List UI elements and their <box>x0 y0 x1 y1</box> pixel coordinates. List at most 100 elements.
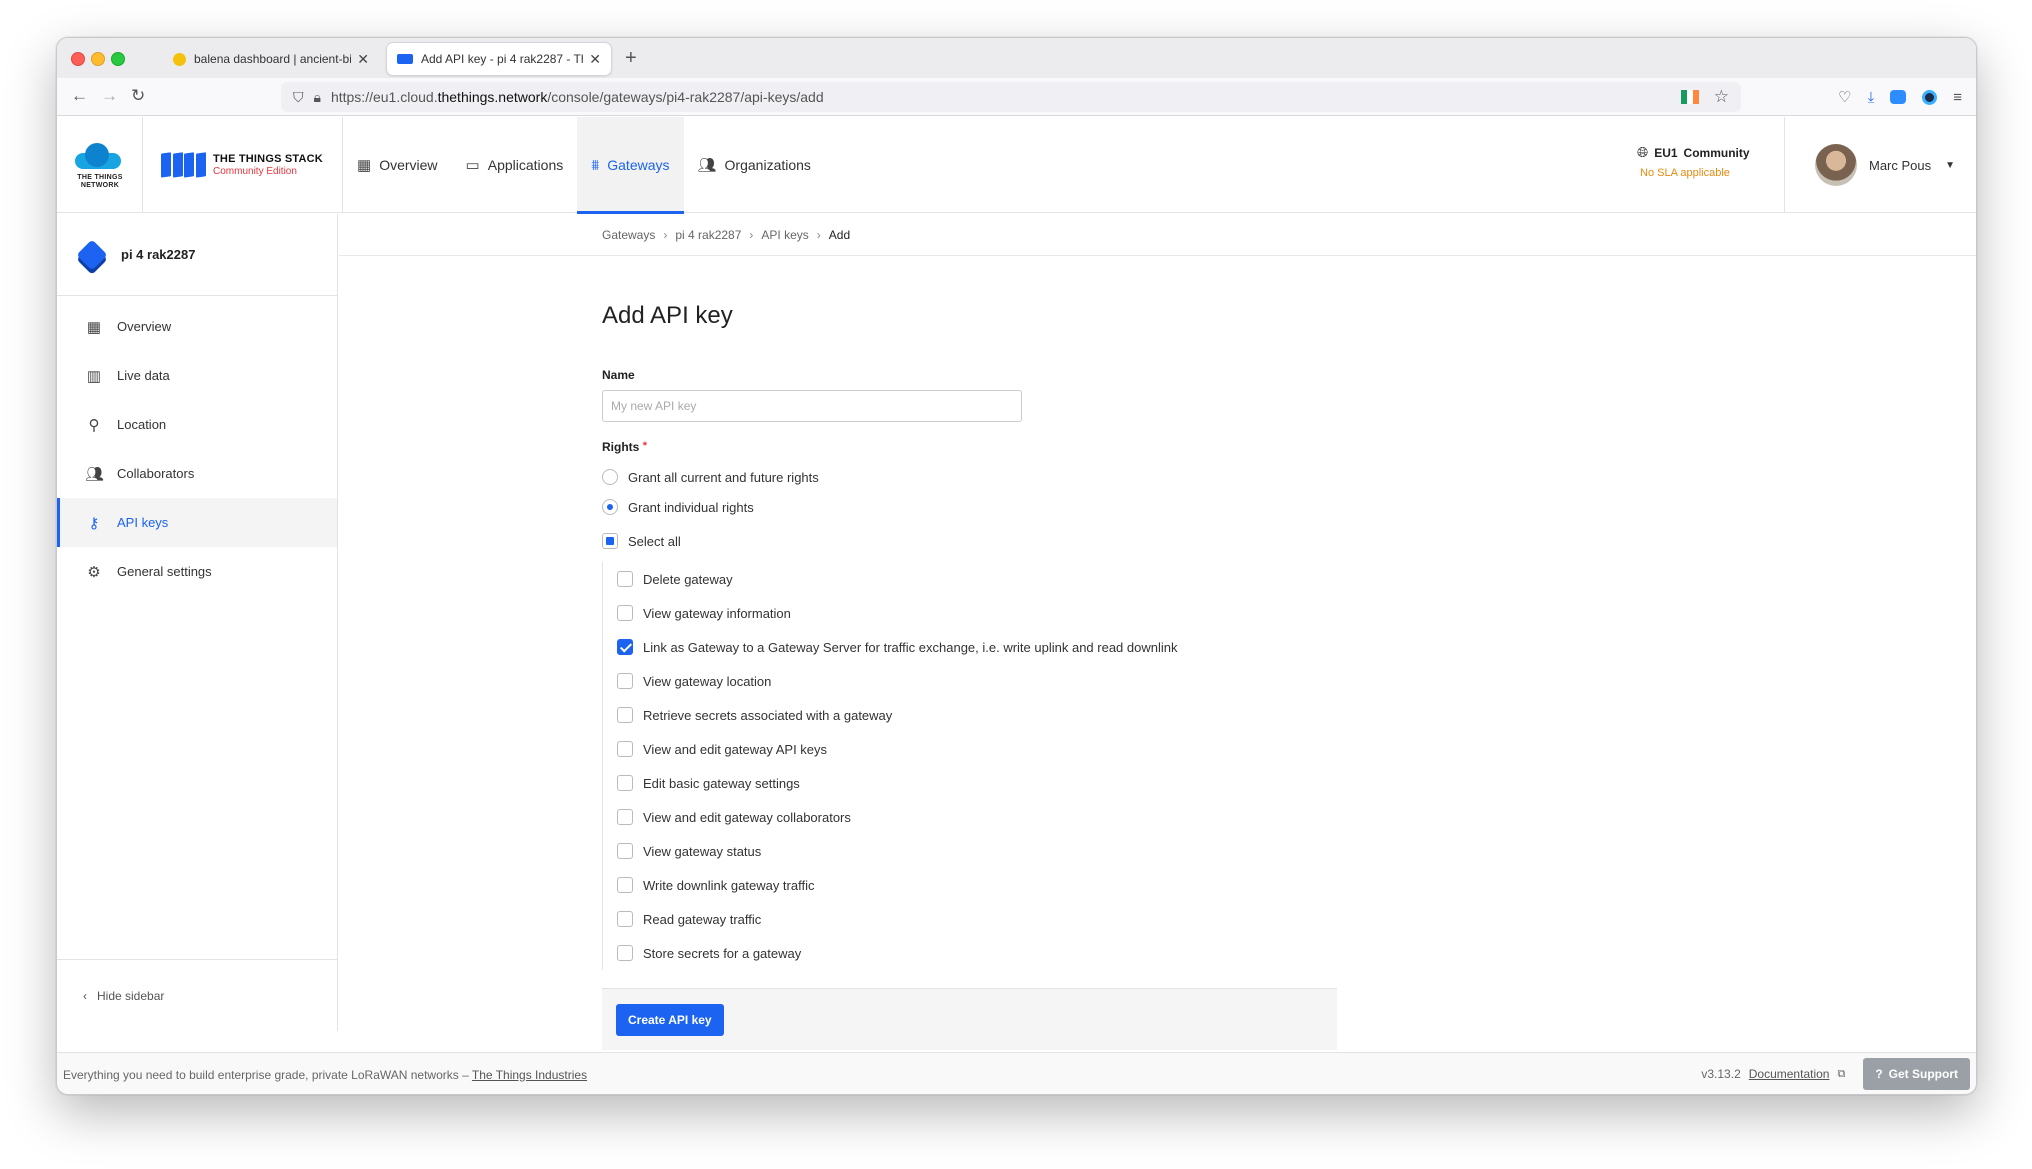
right-checkbox[interactable] <box>617 877 633 893</box>
cluster-sla: No SLA applicable <box>1640 167 1730 179</box>
user-dropdown[interactable]: Marc Pous ▼ <box>1784 117 1976 213</box>
get-support-button[interactable]: ? Get Support <box>1863 1058 1970 1090</box>
sidebar-item-general-settings[interactable]: ⚙ General settings <box>57 547 337 596</box>
right-checkbox[interactable] <box>617 605 633 621</box>
hide-sidebar-button[interactable]: ‹ Hide sidebar <box>57 959 337 1031</box>
grant-individual-radio[interactable] <box>602 499 618 515</box>
sidebar-menu: ▦ Overview ▥ Live data ⚲ Location 👥︎ Col… <box>57 296 337 596</box>
nav-organizations[interactable]: 👥︎ Organizations <box>684 117 825 213</box>
browser-tab-bar: balena dashboard | ancient-bird ✕ Add AP… <box>57 38 1976 78</box>
sidebar-item-api-keys[interactable]: ⚷ API keys <box>57 498 337 547</box>
sidebar-item-collaborators[interactable]: 👥︎ Collaborators <box>57 449 337 498</box>
key-icon: ⚷ <box>88 514 100 532</box>
right-checkbox[interactable] <box>617 775 633 791</box>
right-label: View gateway information <box>643 605 791 621</box>
right-label: Delete gateway <box>643 571 733 587</box>
grant-individual-radio-row[interactable]: Grant individual rights <box>602 492 1302 522</box>
ttn-logo[interactable]: THE THINGS NETWORK <box>57 117 143 213</box>
api-key-name-input[interactable] <box>602 390 1022 422</box>
right-checkbox[interactable] <box>617 571 633 587</box>
browser-tab-balena[interactable]: balena dashboard | ancient-bird ✕ <box>163 43 379 75</box>
select-all-row[interactable]: Select all <box>602 524 1302 558</box>
select-all-checkbox[interactable] <box>602 533 618 549</box>
nav-applications[interactable]: ▭ Applications <box>452 117 578 213</box>
forward-arrow-icon[interactable]: → <box>101 86 118 106</box>
breadcrumb-api-keys[interactable]: API keys <box>761 228 808 242</box>
right-checkbox-row[interactable]: View gateway information <box>617 596 1302 630</box>
new-tab-icon[interactable]: + <box>625 47 637 70</box>
sidebar-item-label: Location <box>117 417 167 432</box>
entity-header: pi 4 rak2287 <box>57 214 337 296</box>
caret-down-icon: ▼ <box>1945 159 1956 171</box>
right-checkbox-row[interactable]: View gateway location <box>617 664 1302 698</box>
nav-gateways[interactable]: ⩩ Gateways <box>577 117 684 214</box>
ttn-logo-text: THE THINGS NETWORK <box>77 174 123 189</box>
sidebar-item-location[interactable]: ⚲ Location <box>57 400 337 449</box>
right-checkbox-row[interactable]: View and edit gateway collaborators <box>617 800 1302 834</box>
right-checkbox[interactable] <box>617 673 633 689</box>
nav-overview[interactable]: ▦ Overview <box>343 117 452 213</box>
grant-individual-label: Grant individual rights <box>628 499 754 515</box>
shield-icon[interactable]: ⛉ <box>293 89 304 106</box>
right-checkbox[interactable] <box>617 911 633 927</box>
right-checkbox-row[interactable]: Store secrets for a gateway <box>617 936 1302 970</box>
lock-icon[interactable]: 🔒︎ <box>314 89 321 106</box>
user-name: Marc Pous <box>1869 157 1932 173</box>
tts-logo[interactable]: THE THINGS STACK Community Edition <box>143 117 343 213</box>
zoom-extension-icon[interactable] <box>1890 90 1907 104</box>
avatar <box>1815 144 1857 186</box>
ireland-flag-icon[interactable] <box>1681 90 1699 104</box>
right-checkbox-row[interactable]: Delete gateway <box>617 562 1302 596</box>
sidebar-item-label: General settings <box>117 564 212 579</box>
right-checkbox-row[interactable]: Read gateway traffic <box>617 902 1302 936</box>
grant-all-radio-row[interactable]: Grant all current and future rights <box>602 462 1302 492</box>
sidebar-item-overview[interactable]: ▦ Overview <box>57 302 337 351</box>
sidebar: pi 4 rak2287 ▦ Overview ▥ Live data ⚲ Lo… <box>57 214 338 1031</box>
minimize-window-button[interactable] <box>91 52 105 66</box>
browser-tab-tts[interactable]: Add API key - pi 4 rak2287 - Th ✕ <box>387 43 611 75</box>
right-label: View gateway location <box>643 673 772 689</box>
dashboard-icon: ▦ <box>86 318 102 336</box>
right-checkbox-row[interactable]: Link as Gateway to a Gateway Server for … <box>617 630 1302 664</box>
close-window-button[interactable] <box>71 52 85 66</box>
right-checkbox-row[interactable]: Edit basic gateway settings <box>617 766 1302 800</box>
name-label: Name <box>602 368 635 382</box>
right-label: Read gateway traffic <box>643 911 762 927</box>
get-support-label: Get Support <box>1888 1067 1958 1081</box>
footer-right: v3.13.2 Documentation ⧉ ? Get Support <box>1701 1058 1970 1090</box>
right-label: Link as Gateway to a Gateway Server for … <box>643 639 1178 655</box>
gateway-entity-icon <box>76 238 108 271</box>
create-api-key-button[interactable]: Create API key <box>616 1003 724 1036</box>
right-checkbox-row[interactable]: View gateway status <box>617 834 1302 868</box>
zoom-window-button[interactable] <box>111 52 125 66</box>
address-bar[interactable]: ⛉ 🔒︎ https://eu1.cloud. thethings.network… <box>281 82 1741 112</box>
right-checkbox[interactable] <box>617 843 633 859</box>
sidebar-item-live-data[interactable]: ▥ Live data <box>57 351 337 400</box>
cluster-type: Community <box>1683 145 1750 160</box>
menu-icon[interactable]: ≡ <box>1953 89 1962 106</box>
reload-icon[interactable]: ↻ <box>131 86 145 106</box>
right-checkbox[interactable] <box>617 639 633 655</box>
close-tab-icon[interactable]: ✕ <box>357 51 369 68</box>
download-icon[interactable]: ⤓ <box>1868 89 1875 106</box>
documentation-link[interactable]: Documentation <box>1749 1067 1830 1081</box>
tti-link[interactable]: The Things Industries <box>472 1068 587 1082</box>
bookmark-star-icon[interactable]: ☆ <box>1714 87 1729 107</box>
breadcrumb-gateway[interactable]: pi 4 rak2287 <box>675 228 741 242</box>
pocket-icon[interactable]: ♡ <box>1838 88 1851 106</box>
close-tab-icon[interactable]: ✕ <box>589 51 601 68</box>
right-checkbox[interactable] <box>617 945 633 961</box>
right-checkbox[interactable] <box>617 809 633 825</box>
right-checkbox-row[interactable]: Write downlink gateway traffic <box>617 868 1302 902</box>
right-checkbox[interactable] <box>617 741 633 757</box>
back-arrow-icon[interactable]: ← <box>71 86 88 106</box>
right-checkbox-row[interactable]: View and edit gateway API keys <box>617 732 1302 766</box>
applications-icon: ▭ <box>465 157 480 174</box>
breadcrumb-gateways[interactable]: Gateways <box>602 228 655 242</box>
cluster-info[interactable]: 🌐︎ EU1 Community No SLA applicable <box>1637 144 1750 179</box>
nav-label: Gateways <box>607 157 670 173</box>
right-checkbox[interactable] <box>617 707 633 723</box>
grant-all-radio[interactable] <box>602 469 618 485</box>
right-checkbox-row[interactable]: Retrieve secrets associated with a gatew… <box>617 698 1302 732</box>
extension-circle-icon[interactable] <box>1922 89 1938 105</box>
